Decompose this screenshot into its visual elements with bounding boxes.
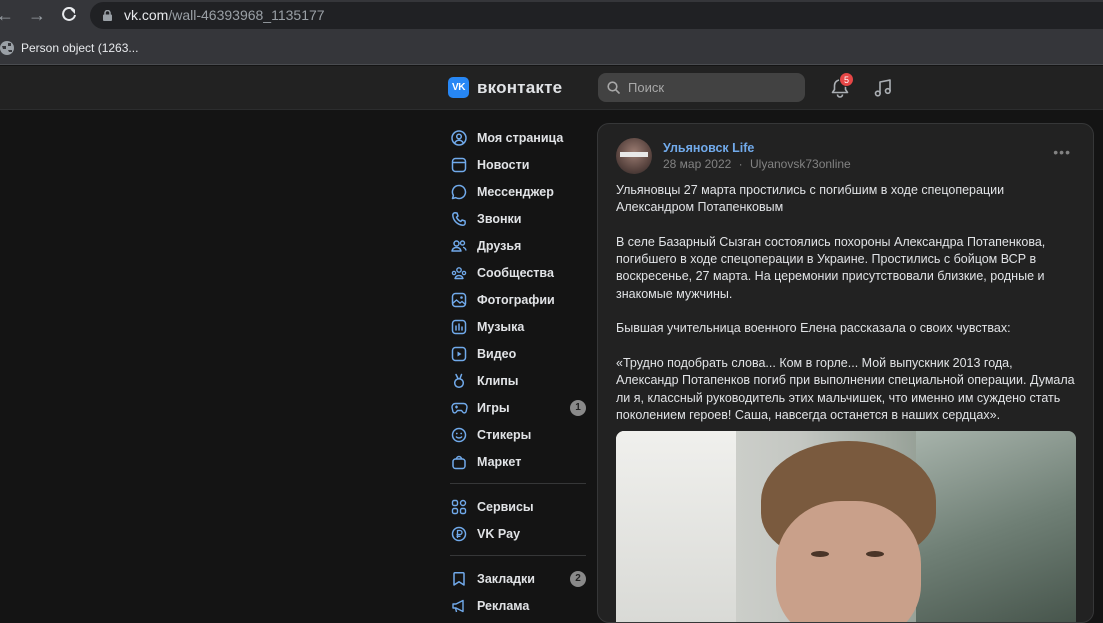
search-input[interactable] <box>628 73 798 102</box>
bookmark-label: Person object (1263... <box>21 41 139 55</box>
sidebar-item-ads[interactable]: Реклама <box>448 592 588 619</box>
notification-badge: 5 <box>839 72 854 87</box>
photo-person-face <box>776 501 921 622</box>
sidebar-item-photos[interactable]: Фотографии <box>448 286 588 313</box>
url-text: vk.com/wall-46393968_1135177 <box>124 7 325 23</box>
smile-icon <box>450 426 468 444</box>
globe-icon <box>0 41 14 55</box>
search-box[interactable] <box>598 73 805 102</box>
more-options-icon[interactable]: ••• <box>1053 145 1071 159</box>
music-note-icon[interactable] <box>872 77 894 99</box>
post-meta: 28 мар 2022 · Ulyanovsk73online <box>663 157 851 171</box>
forward-arrow-icon[interactable]: → <box>26 4 48 26</box>
browser-toolbar: ← → vk.com/wall-46393968_1135177 <box>0 0 1103 31</box>
sidebar-item-services[interactable]: Сервисы <box>448 493 588 520</box>
sidebar-item-news[interactable]: Новости <box>448 151 588 178</box>
photo-icon <box>450 291 468 309</box>
sidebar-item-bookmarks[interactable]: Закладки 2 <box>448 565 588 592</box>
sidebar-item-video[interactable]: Видео <box>448 340 588 367</box>
avatar-logo-strip <box>620 152 648 157</box>
reload-icon[interactable] <box>58 4 80 26</box>
sidebar-item-my-page[interactable]: Моя страница <box>448 124 588 151</box>
services-icon <box>450 498 468 516</box>
post-photo[interactable] <box>616 431 1076 622</box>
sidebar-item-messenger[interactable]: Мессенджер <box>448 178 588 205</box>
vkpay-icon <box>450 525 468 543</box>
clips-icon <box>450 372 468 390</box>
sidebar-item-games[interactable]: Игры 1 <box>448 394 588 421</box>
bookmarks-count-badge: 2 <box>570 571 586 587</box>
vk-logo-text: вконтакте <box>477 77 563 97</box>
vk-logo-icon: VK <box>448 77 469 98</box>
phone-icon <box>450 210 468 228</box>
megaphone-icon <box>450 597 468 615</box>
sidebar-item-vk-pay[interactable]: VK Pay <box>448 520 588 547</box>
post-paragraph: «Трудно подобрать слова... Ком в горле..… <box>616 355 1075 422</box>
music-icon <box>450 318 468 336</box>
bookmark-item[interactable]: Person object (1263... <box>0 39 138 57</box>
bookmark-icon <box>450 570 468 588</box>
left-sidebar: Моя страница Новости Мессенджер Звонки Д… <box>448 124 588 619</box>
lock-icon <box>103 10 112 21</box>
chat-icon <box>450 183 468 201</box>
vk-header: VK вконтакте 5 <box>0 66 1103 110</box>
sidebar-divider <box>450 483 586 484</box>
post-paragraph: Бывшая учительница военного Елена расска… <box>616 321 1011 336</box>
back-arrow-icon[interactable]: ← <box>0 4 16 26</box>
photo-person-eye <box>866 551 884 557</box>
post-date[interactable]: 28 мар 2022 <box>663 157 731 171</box>
news-icon <box>450 156 468 174</box>
post-text: Ульяновцы 27 марта простились с погибшим… <box>616 182 1076 441</box>
sidebar-item-calls[interactable]: Звонки <box>448 205 588 232</box>
gamepad-icon <box>450 399 468 417</box>
friends-icon <box>450 237 468 255</box>
games-count-badge: 1 <box>570 400 586 416</box>
user-circle-icon <box>450 129 468 147</box>
sidebar-divider <box>450 555 586 556</box>
photo-background-wall <box>616 431 736 622</box>
bookmarks-bar: Person object (1263... <box>0 31 1103 65</box>
sidebar-item-stickers[interactable]: Стикеры <box>448 421 588 448</box>
sidebar-item-music[interactable]: Музыка <box>448 313 588 340</box>
group-avatar[interactable] <box>616 138 652 174</box>
search-icon <box>607 81 620 94</box>
photo-background-window <box>916 431 1076 622</box>
address-bar[interactable]: vk.com/wall-46393968_1135177 <box>90 2 1103 29</box>
sidebar-item-communities[interactable]: Сообщества <box>448 259 588 286</box>
communities-icon <box>450 264 468 282</box>
vk-logo[interactable]: VK вконтакте <box>448 77 562 98</box>
post-author[interactable]: Ulyanovsk73online <box>750 157 851 171</box>
group-name-link[interactable]: Ульяновск Life <box>663 141 754 155</box>
video-icon <box>450 345 468 363</box>
meta-separator: · <box>738 157 743 171</box>
wall-post: Ульяновск Life 28 мар 2022 · Ulyanovsk73… <box>597 123 1094 623</box>
post-paragraph: Ульяновцы 27 марта простились с погибшим… <box>616 183 1005 215</box>
bag-icon <box>450 453 468 471</box>
sidebar-item-clips[interactable]: Клипы <box>448 367 588 394</box>
sidebar-item-market[interactable]: Маркет <box>448 448 588 475</box>
sidebar-item-friends[interactable]: Друзья <box>448 232 588 259</box>
post-paragraph: В селе Базарный Сызган состоялись похоро… <box>616 234 1046 301</box>
photo-person-eye <box>811 551 829 557</box>
